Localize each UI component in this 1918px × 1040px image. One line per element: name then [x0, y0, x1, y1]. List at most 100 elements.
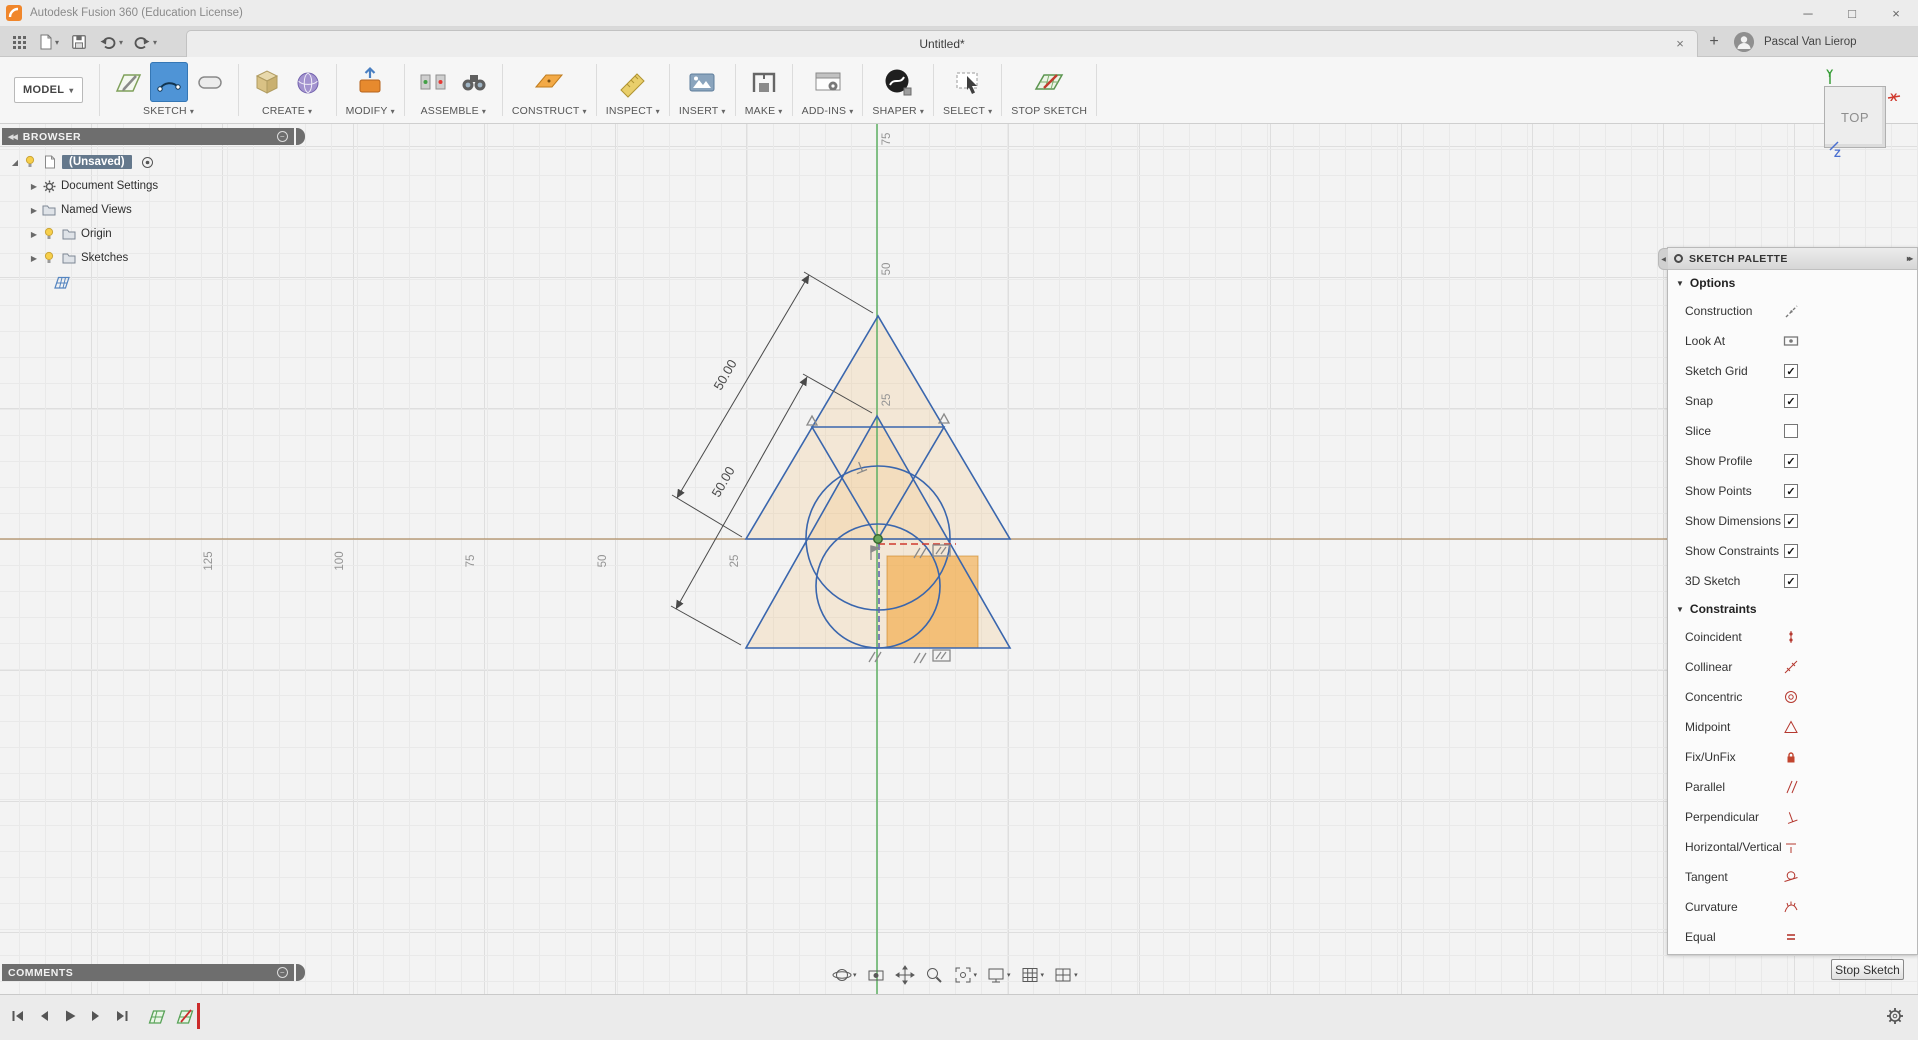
construct-plane-button[interactable]	[530, 62, 568, 102]
scripts-addins-button[interactable]	[809, 62, 847, 102]
constraint-parallel[interactable]: Parallel	[1668, 772, 1917, 802]
look-at-icon[interactable]	[1780, 332, 1802, 350]
stop-sketch-action-button[interactable]: Stop Sketch	[1831, 959, 1904, 980]
tree-expanded-icon[interactable]: ◢	[8, 158, 22, 167]
palette-collapse-handle[interactable]: ◀	[1658, 248, 1668, 270]
look-at-button[interactable]	[866, 965, 886, 985]
palette-option-construction[interactable]: Construction	[1668, 296, 1917, 326]
constraint-horizontal-vertical[interactable]: Horizontal/Vertical	[1668, 832, 1917, 862]
visibility-bulb-icon[interactable]	[22, 155, 38, 169]
toolbar-menu-modify[interactable]: MODIFY ▾	[346, 105, 395, 117]
step-forward-button[interactable]	[86, 1006, 106, 1026]
constraint-equal[interactable]: Equal	[1668, 922, 1917, 952]
measure-button[interactable]	[614, 62, 652, 102]
sketch-grid-icon[interactable]	[54, 275, 70, 289]
save-button[interactable]	[66, 30, 92, 54]
comments-panel-header[interactable]: COMMENTS −	[2, 964, 294, 981]
3d-sketch-checkbox[interactable]	[1784, 574, 1798, 588]
parallel-icon[interactable]	[1780, 778, 1802, 796]
expand-right-icon[interactable]: ▸▸	[1907, 254, 1913, 263]
profile-shading[interactable]	[746, 316, 1010, 649]
toolbar-menu-construct[interactable]: CONSTRUCT ▾	[512, 105, 587, 117]
lock-icon[interactable]	[1780, 748, 1802, 766]
go-to-start-button[interactable]	[8, 1006, 28, 1026]
tree-collapsed-icon[interactable]: ▶	[27, 230, 41, 239]
timeline-sketch-feature[interactable]	[146, 1005, 168, 1027]
viewports-button[interactable]: ▾	[1053, 965, 1078, 985]
create-form-button[interactable]	[289, 62, 327, 102]
constraint-fix-unfix[interactable]: Fix/UnFix	[1668, 742, 1917, 772]
equal-constraint-glyph[interactable]	[932, 649, 951, 662]
slot-tool-button[interactable]	[191, 62, 229, 102]
toolbar-menu-sketch[interactable]: SKETCH ▾	[143, 105, 194, 117]
constraint-midpoint[interactable]: Midpoint	[1668, 712, 1917, 742]
palette-option-show-profile[interactable]: Show Profile	[1668, 446, 1917, 476]
constraint-coincident[interactable]: Coincident	[1668, 622, 1917, 652]
press-pull-button[interactable]	[351, 62, 389, 102]
sketch-palette-header[interactable]: SKETCH PALETTE ▸▸	[1668, 248, 1917, 270]
browser-item-active-sketch[interactable]	[8, 270, 298, 294]
toolbar-menu-shaper[interactable]: SHAPER ▾	[872, 105, 924, 117]
origin-point[interactable]	[873, 534, 883, 544]
orbit-button[interactable]: ▾	[832, 965, 857, 985]
stop-sketch-button[interactable]	[1030, 62, 1068, 102]
constraint-collinear[interactable]: Collinear	[1668, 652, 1917, 682]
palette-option-show-dimensions[interactable]: Show Dimensions	[1668, 506, 1917, 536]
palette-option-3d-sketch[interactable]: 3D Sketch	[1668, 566, 1917, 596]
toolbar-menu-insert[interactable]: INSERT ▾	[679, 105, 726, 117]
document-root-label[interactable]: (Unsaved)	[62, 155, 132, 169]
tangent-icon[interactable]	[1780, 868, 1802, 886]
browser-item-origin[interactable]: ▶ Origin	[27, 222, 298, 246]
browser-panel-header[interactable]: ◀◀ BROWSER −	[2, 128, 294, 145]
toolbar-menu-inspect[interactable]: INSPECT ▾	[606, 105, 660, 117]
browser-collapse-button[interactable]: −	[277, 131, 288, 142]
interference-button[interactable]	[455, 62, 493, 102]
show-dimensions-checkbox[interactable]	[1784, 514, 1798, 528]
parallel-constraint-glyph[interactable]	[868, 651, 882, 663]
timeline-position-marker[interactable]	[197, 1003, 200, 1029]
collinear-icon[interactable]	[1780, 658, 1802, 676]
step-back-button[interactable]	[34, 1006, 54, 1026]
timeline-sketch-feature-active[interactable]	[174, 1003, 200, 1029]
dimension-value[interactable]: 50.00	[710, 357, 739, 393]
palette-option-show-constraints[interactable]: Show Constraints	[1668, 536, 1917, 566]
midpoint-icon[interactable]	[1780, 718, 1802, 736]
close-button[interactable]: ×	[1874, 0, 1918, 26]
axis-z-label[interactable]: Z	[1834, 148, 1841, 160]
create-sketch-button[interactable]	[109, 62, 147, 102]
toolbar-menu-create[interactable]: CREATE ▾	[262, 105, 312, 117]
equal-icon[interactable]	[1780, 928, 1802, 946]
user-name[interactable]: Pascal Van Lierop	[1764, 36, 1856, 48]
sketch-grid-checkbox[interactable]	[1784, 364, 1798, 378]
joint-button[interactable]	[414, 62, 452, 102]
timeline-settings-button[interactable]	[1886, 1007, 1904, 1028]
maximize-button[interactable]: □	[1830, 0, 1874, 26]
coincident-icon[interactable]	[1780, 628, 1802, 646]
palette-option-show-points[interactable]: Show Points	[1668, 476, 1917, 506]
collapse-left-icon[interactable]: ◀◀	[8, 133, 18, 141]
palette-option-slice[interactable]: Slice	[1668, 416, 1917, 446]
app-grid-button[interactable]	[6, 30, 32, 54]
curvature-icon[interactable]	[1780, 898, 1802, 916]
play-button[interactable]	[60, 1006, 80, 1026]
fit-button[interactable]: ▾	[953, 965, 977, 985]
tree-collapsed-icon[interactable]: ▶	[27, 206, 41, 215]
comments-collapse-button[interactable]: −	[277, 967, 288, 978]
tab-close-icon[interactable]: ×	[1671, 36, 1689, 51]
minimize-button[interactable]: ─	[1786, 0, 1830, 26]
zoom-button[interactable]	[924, 965, 944, 985]
construction-icon[interactable]	[1780, 302, 1802, 320]
dimension-value[interactable]: 50.00	[708, 464, 737, 500]
palette-option-sketch-grid[interactable]: Sketch Grid	[1668, 356, 1917, 386]
perpendicular-icon[interactable]	[1780, 808, 1802, 826]
undo-button[interactable]: ▾	[96, 30, 126, 54]
new-document-button[interactable]: +	[1704, 33, 1724, 51]
parallel-constraint-glyph[interactable]	[913, 652, 927, 664]
go-to-end-button[interactable]	[112, 1006, 132, 1026]
show-constraints-checkbox[interactable]	[1784, 544, 1798, 558]
visibility-bulb-icon[interactable]	[41, 227, 57, 241]
redo-button[interactable]: ▾	[130, 30, 160, 54]
toolbar-menu-stop-sketch[interactable]: STOP SKETCH	[1011, 105, 1087, 117]
insert-image-button[interactable]	[683, 62, 721, 102]
tree-collapsed-icon[interactable]: ▶	[27, 182, 41, 191]
